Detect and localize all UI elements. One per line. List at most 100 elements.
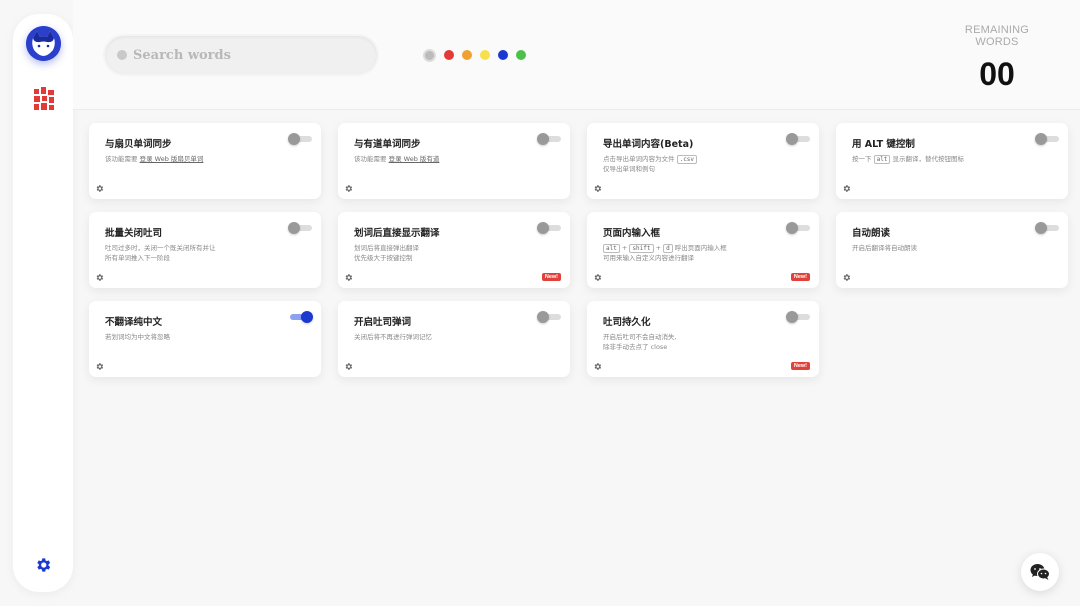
setting-description: 按一下 alt 显示翻译，替代按钮图标 (852, 154, 1022, 164)
setting-card: 开启吐司弹词关闭后将不再进行弹词记忆 (338, 301, 570, 377)
gear-icon[interactable] (34, 556, 52, 574)
key-hint: alt (873, 155, 891, 164)
color-picker (423, 48, 526, 62)
small-gear-icon[interactable] (593, 184, 602, 193)
description-text: 若划词均为中文将忽略 (105, 333, 170, 341)
small-gear-icon[interactable] (344, 362, 353, 371)
color-dot[interactable] (516, 50, 526, 60)
setting-toggle[interactable] (786, 311, 810, 323)
remaining-words: REMAINING WORDS 00 (942, 24, 1052, 93)
toggle-knob (301, 311, 313, 323)
description-text: 该功能需要 (105, 155, 140, 163)
setting-toggle[interactable] (786, 133, 810, 145)
description-text: 开启后吐司不会自动消失, (603, 333, 677, 341)
small-gear-icon[interactable] (593, 273, 602, 282)
setting-card: 批量关闭吐司吐司过多时，关闭一个既关闭所有并让 所有单词推入下一阶段 (89, 212, 321, 288)
wechat-icon (1030, 564, 1050, 580)
setting-description: 该功能需要 登录 Web 版扇贝单词 (105, 154, 275, 164)
setting-title: 导出单词内容(Beta) (603, 139, 694, 150)
setting-toggle[interactable] (1035, 222, 1059, 234)
setting-title: 不翻译纯中文 (105, 317, 163, 328)
setting-toggle[interactable] (288, 133, 312, 145)
remaining-words-count: 00 (979, 56, 1015, 92)
description-text: 该功能需要 (354, 155, 389, 163)
description-line: alt + shift + d 呼出页面内输入框 (603, 243, 773, 253)
description-line: 该功能需要 登录 Web 版有道 (354, 154, 524, 164)
cat-logo-icon[interactable] (26, 26, 61, 61)
small-gear-icon[interactable] (344, 184, 353, 193)
small-gear-icon[interactable] (95, 273, 104, 282)
color-dot[interactable] (480, 50, 490, 60)
toggle-knob (786, 222, 798, 234)
color-dot[interactable] (462, 50, 472, 60)
color-dot[interactable] (444, 50, 454, 60)
setting-title: 划词后直接显示翻译 (354, 228, 440, 239)
small-gear-icon[interactable] (95, 362, 104, 371)
setting-card: 与扇贝单词同步 该功能需要 登录 Web 版扇贝单词 (89, 123, 321, 199)
description-text: 吐司过多时，关闭一个既关闭所有并让 (105, 244, 216, 252)
setting-description: 划词后将直接弹出翻译 优先级大于按键控制 (354, 243, 524, 263)
toggle-knob (537, 133, 549, 145)
setting-description: 点击导出单词内容为文件 .csv 仅导出单词和例句 (603, 154, 773, 174)
setting-title: 开启吐司弹词 (354, 317, 412, 328)
setting-title: 与扇贝单词同步 (105, 139, 172, 150)
setting-description: 该功能需要 登录 Web 版有道 (354, 154, 524, 164)
grid-icon[interactable] (33, 87, 55, 111)
settings-cards: 与扇贝单词同步 该功能需要 登录 Web 版扇贝单词 与有道单词同步 该功能需要 登录… (89, 123, 1071, 377)
setting-card: 导出单词内容(Beta) 点击导出单词内容为文件 .csv 仅导出单词和例句 (587, 123, 819, 199)
setting-toggle[interactable] (288, 311, 313, 323)
setting-title: 吐司持久化 (603, 317, 651, 328)
key-hint: d (663, 244, 673, 253)
setting-title: 与有道单词同步 (354, 139, 421, 150)
setting-toggle[interactable] (537, 311, 561, 323)
description-link[interactable]: 登录 Web 版有道 (389, 155, 440, 163)
search-bar (105, 36, 377, 74)
description-line: 优先级大于按键控制 (354, 254, 413, 262)
sidebar (13, 14, 73, 592)
description-text: 显示翻译，替代按钮图标 (890, 155, 964, 163)
setting-title: 批量关闭吐司 (105, 228, 163, 239)
setting-description: 开启后吐司不会自动消失, 除非手动去点了 close (603, 332, 773, 352)
toggle-knob (786, 311, 798, 323)
description-text: 呼出页面内输入框 (672, 244, 727, 252)
wechat-button[interactable] (1021, 553, 1059, 591)
setting-card: 自动朗读 开启后翻译将自动朗读 (836, 212, 1068, 288)
setting-toggle[interactable] (786, 222, 810, 234)
small-gear-icon[interactable] (344, 273, 353, 282)
setting-toggle[interactable] (537, 133, 561, 145)
setting-description: 开启后翻译将自动朗读 (852, 243, 1022, 253)
search-input[interactable] (133, 36, 363, 74)
toggle-knob (1035, 222, 1047, 234)
setting-title: 用 ALT 键控制 (852, 139, 915, 150)
toggle-knob (1035, 133, 1047, 145)
key-hint: .csv (676, 155, 698, 164)
key-hint: shift (629, 244, 654, 253)
description-line: 吐司过多时，关闭一个既关闭所有并让 (105, 243, 275, 253)
setting-card: 用 ALT 键控制按一下 alt 显示翻译，替代按钮图标 (836, 123, 1068, 199)
small-gear-icon[interactable] (95, 184, 104, 193)
description-line: 按一下 alt 显示翻译，替代按钮图标 (852, 154, 1022, 164)
small-gear-icon[interactable] (593, 362, 602, 371)
description-line: 若划词均为中文将忽略 (105, 332, 275, 342)
description-line: 所有单词推入下一阶段 (105, 254, 170, 262)
color-dot[interactable] (498, 50, 508, 60)
setting-card: 不翻译纯中文 若划词均为中文将忽略 (89, 301, 321, 377)
small-gear-icon[interactable] (842, 273, 851, 282)
small-gear-icon[interactable] (842, 184, 851, 193)
setting-toggle[interactable] (288, 222, 312, 234)
setting-toggle[interactable] (1035, 133, 1059, 145)
description-line: 点击导出单词内容为文件 .csv (603, 154, 773, 164)
description-link[interactable]: 登录 Web 版扇贝单词 (140, 155, 204, 163)
toggle-knob (288, 222, 300, 234)
toggle-knob (537, 222, 549, 234)
setting-description: 吐司过多时，关闭一个既关闭所有并让 所有单词推入下一阶段 (105, 243, 275, 263)
setting-toggle[interactable] (537, 222, 561, 234)
description-line: 划词后将直接弹出翻译 (354, 243, 524, 253)
setting-card: 页面内输入框 alt + shift + d 呼出页面内输入框 可用来输入自定义内容… (587, 212, 819, 288)
description-line: 关闭后将不再进行弹词记忆 (354, 332, 524, 342)
description-line: 开启后翻译将自动朗读 (852, 243, 1022, 253)
toggle-knob (288, 133, 300, 145)
description-text: 关闭后将不再进行弹词记忆 (354, 333, 432, 341)
description-text: 划词后将直接弹出翻译 (354, 244, 419, 252)
color-dot-selected[interactable] (423, 48, 436, 62)
